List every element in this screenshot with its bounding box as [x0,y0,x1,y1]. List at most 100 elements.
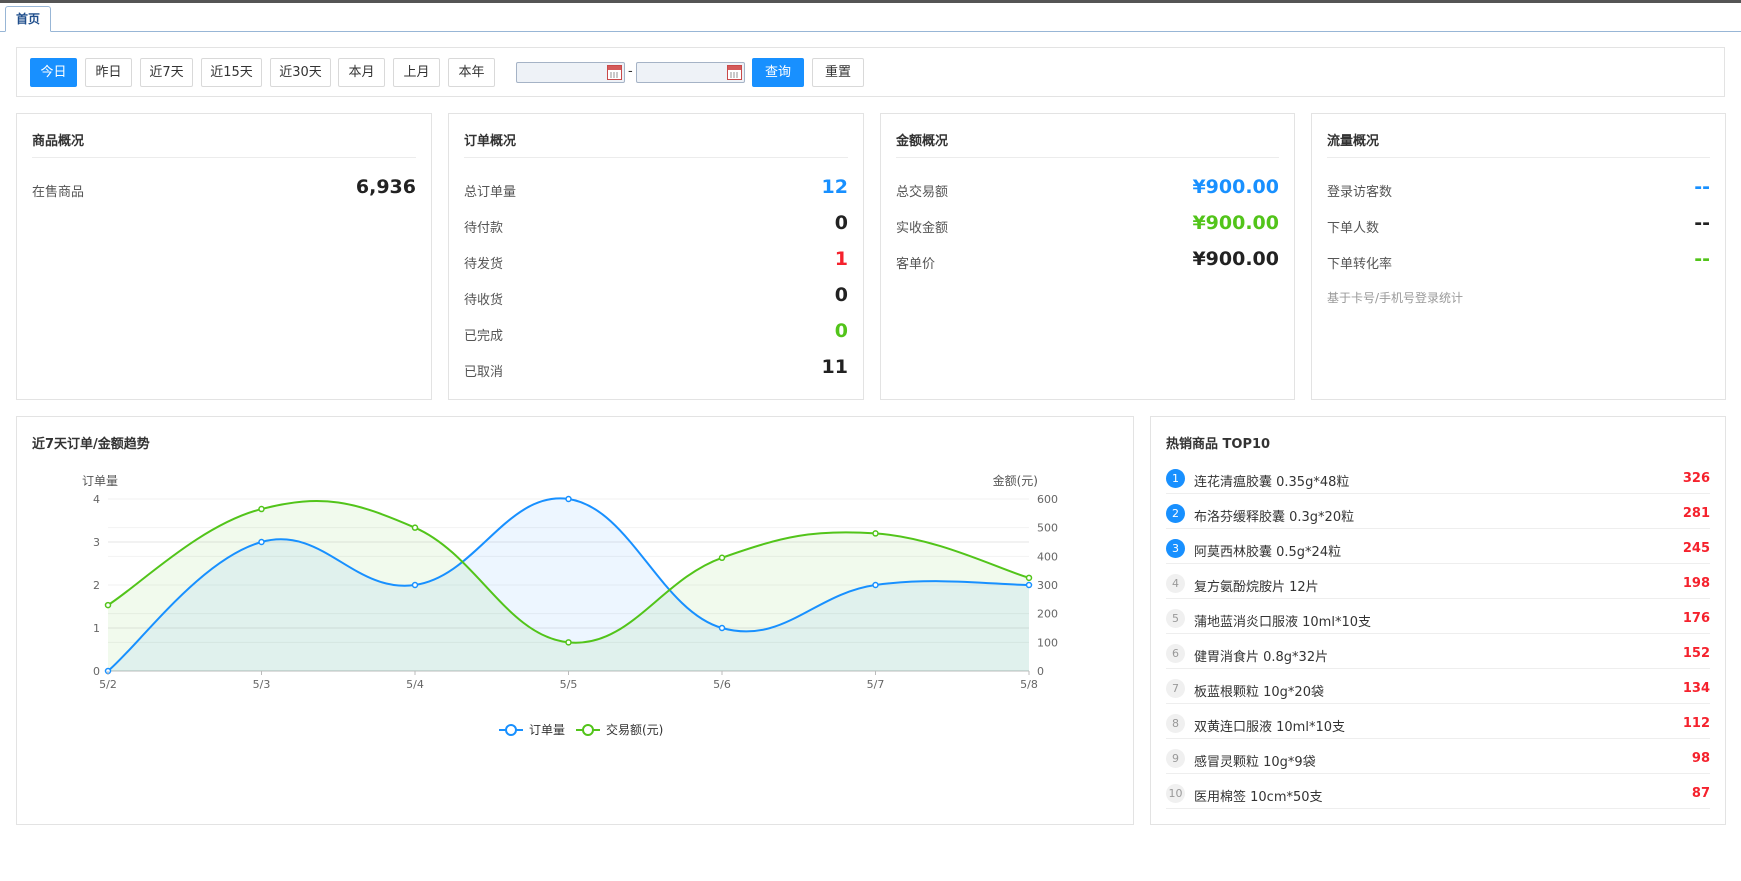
y2-tick-label: 100 [1037,636,1058,649]
card-title: 订单概况 [464,134,517,149]
sales-count: 87 [1691,786,1710,801]
calendar-icon[interactable] [607,65,622,80]
sales-count: 326 [1682,471,1710,486]
card-title: 商品概况 [32,134,85,149]
filter-15days-button[interactable]: 近15天 [201,58,262,87]
sales-count: 281 [1682,506,1710,521]
filter-today-button[interactable]: 今日 [30,58,77,87]
stat-value: ¥900.00 [1192,176,1279,198]
legend-label: 订单量 [529,723,565,737]
top10-item[interactable]: 4 复方氨酚烷胺片 12片 198 [1166,568,1710,599]
tab-bar: 首页 [0,3,1741,32]
rank-badge: 2 [1166,504,1185,523]
top10-item[interactable]: 6 健胃消食片 0.8g*32片 152 [1166,638,1710,669]
top10-item[interactable]: 1 连花清瘟胶囊 0.35g*48粒 326 [1166,463,1710,494]
sales-count: 98 [1691,751,1710,766]
legend-label: 交易额(元) [606,722,663,737]
query-button[interactable]: 查询 [752,58,804,87]
x-tick-label: 5/3 [253,678,271,691]
data-point [104,601,112,609]
stat-row: 总订单量 12 [464,176,848,200]
stat-value: -- [1694,212,1710,234]
tab-home[interactable]: 首页 [5,6,51,32]
stat-row: 待收货 0 [464,284,848,308]
stat-value: 0 [834,212,848,234]
x-tick-label: 5/8 [1020,678,1038,691]
start-date-input[interactable] [516,62,625,83]
stat-row: 已完成 0 [464,320,848,344]
y-tick-label: 3 [93,536,100,549]
y-tick-label: 2 [93,579,100,592]
sales-count: 134 [1682,681,1710,696]
top10-item[interactable]: 7 板蓝根颗粒 10g*20袋 134 [1166,673,1710,704]
goods-overview-card: 商品概况 在售商品 6,936 [16,113,432,400]
stat-value: -- [1694,176,1710,198]
filter-yesterday-button[interactable]: 昨日 [85,58,132,87]
filter-7days-button[interactable]: 近7天 [140,58,193,87]
x-tick-label: 5/2 [99,678,117,691]
top10-item[interactable]: 8 双黄连口服液 10ml*10支 112 [1166,708,1710,739]
top10-item[interactable]: 2 布洛芬缓释胶囊 0.3g*20粒 281 [1166,498,1710,529]
data-point [565,639,572,646]
rank-badge: 10 [1166,784,1185,803]
sales-count: 198 [1682,576,1710,591]
data-point [565,495,572,503]
stat-value: 6,936 [355,176,416,198]
stat-label: 登录访客数 [1327,185,1393,200]
card-title: 流量概况 [1327,134,1380,149]
top10-item[interactable]: 10 医用棉签 10cm*50支 87 [1166,778,1710,809]
amount-overview-card: 金额概况 总交易额 ¥900.00 实收金额 ¥900.00 客单价 ¥900.… [880,113,1295,400]
stat-label: 待付款 [464,221,504,236]
stat-value: 11 [821,356,848,378]
stat-label: 总交易额 [896,185,949,200]
data-point [258,505,265,513]
stat-label: 下单转化率 [1327,257,1393,272]
stat-value: 0 [834,284,848,306]
data-point [1025,574,1033,582]
top10-item[interactable]: 3 阿莫西林胶囊 0.5g*24粒 245 [1166,533,1710,564]
data-point [411,581,419,589]
divider [32,157,416,158]
stat-value: ¥900.00 [1192,212,1279,234]
top10-item[interactable]: 9 感冒灵颗粒 10g*9袋 98 [1166,743,1710,774]
product-name: 阿莫西林胶囊 0.5g*24粒 [1194,545,1342,560]
legend-marker [505,724,517,736]
top10-item[interactable]: 5 蒲地蓝消炎口服液 10ml*10支 176 [1166,603,1710,634]
reset-button[interactable]: 重置 [812,58,864,87]
filter-last-month-button[interactable]: 上月 [393,58,440,87]
stat-value: ¥900.00 [1192,248,1279,270]
product-name: 蒲地蓝消炎口服液 10ml*10支 [1194,615,1371,630]
stat-row: 客单价 ¥900.00 [896,248,1279,272]
sales-count: 176 [1682,611,1710,626]
stat-label: 已完成 [464,329,504,344]
product-name: 复方氨酚烷胺片 12片 [1194,580,1319,595]
filter-this-month-button[interactable]: 本月 [338,58,385,87]
divider [1327,157,1710,158]
sales-count: 245 [1682,541,1710,556]
y2-tick-label: 500 [1037,522,1058,535]
end-date-input[interactable] [636,62,745,83]
y-tick-label: 0 [93,665,100,678]
stat-row: 登录访客数 -- [1327,176,1710,200]
x-tick-label: 5/4 [406,678,424,691]
traffic-note: 基于卡号/手机号登录统计 [1327,291,1464,305]
calendar-icon[interactable] [727,65,742,80]
stat-row: 待付款 0 [464,212,848,236]
stat-label: 客单价 [896,257,936,272]
stat-label: 总订单量 [464,185,517,200]
y2-tick-label: 300 [1037,579,1058,592]
divider [896,157,1279,158]
stat-label: 下单人数 [1327,221,1380,236]
stat-label: 待收货 [464,293,504,308]
product-name: 健胃消食片 0.8g*32片 [1194,650,1329,665]
data-point [872,581,879,589]
sales-count: 152 [1682,646,1710,661]
stat-label: 待发货 [464,257,504,272]
y-tick-label: 1 [93,622,100,635]
stat-row: 已取消 11 [464,356,848,380]
y2-tick-label: 400 [1037,550,1058,563]
filter-30days-button[interactable]: 近30天 [270,58,331,87]
data-point [411,524,419,531]
filter-this-year-button[interactable]: 本年 [448,58,495,87]
y2-axis-label: 金额(元) [993,473,1038,488]
